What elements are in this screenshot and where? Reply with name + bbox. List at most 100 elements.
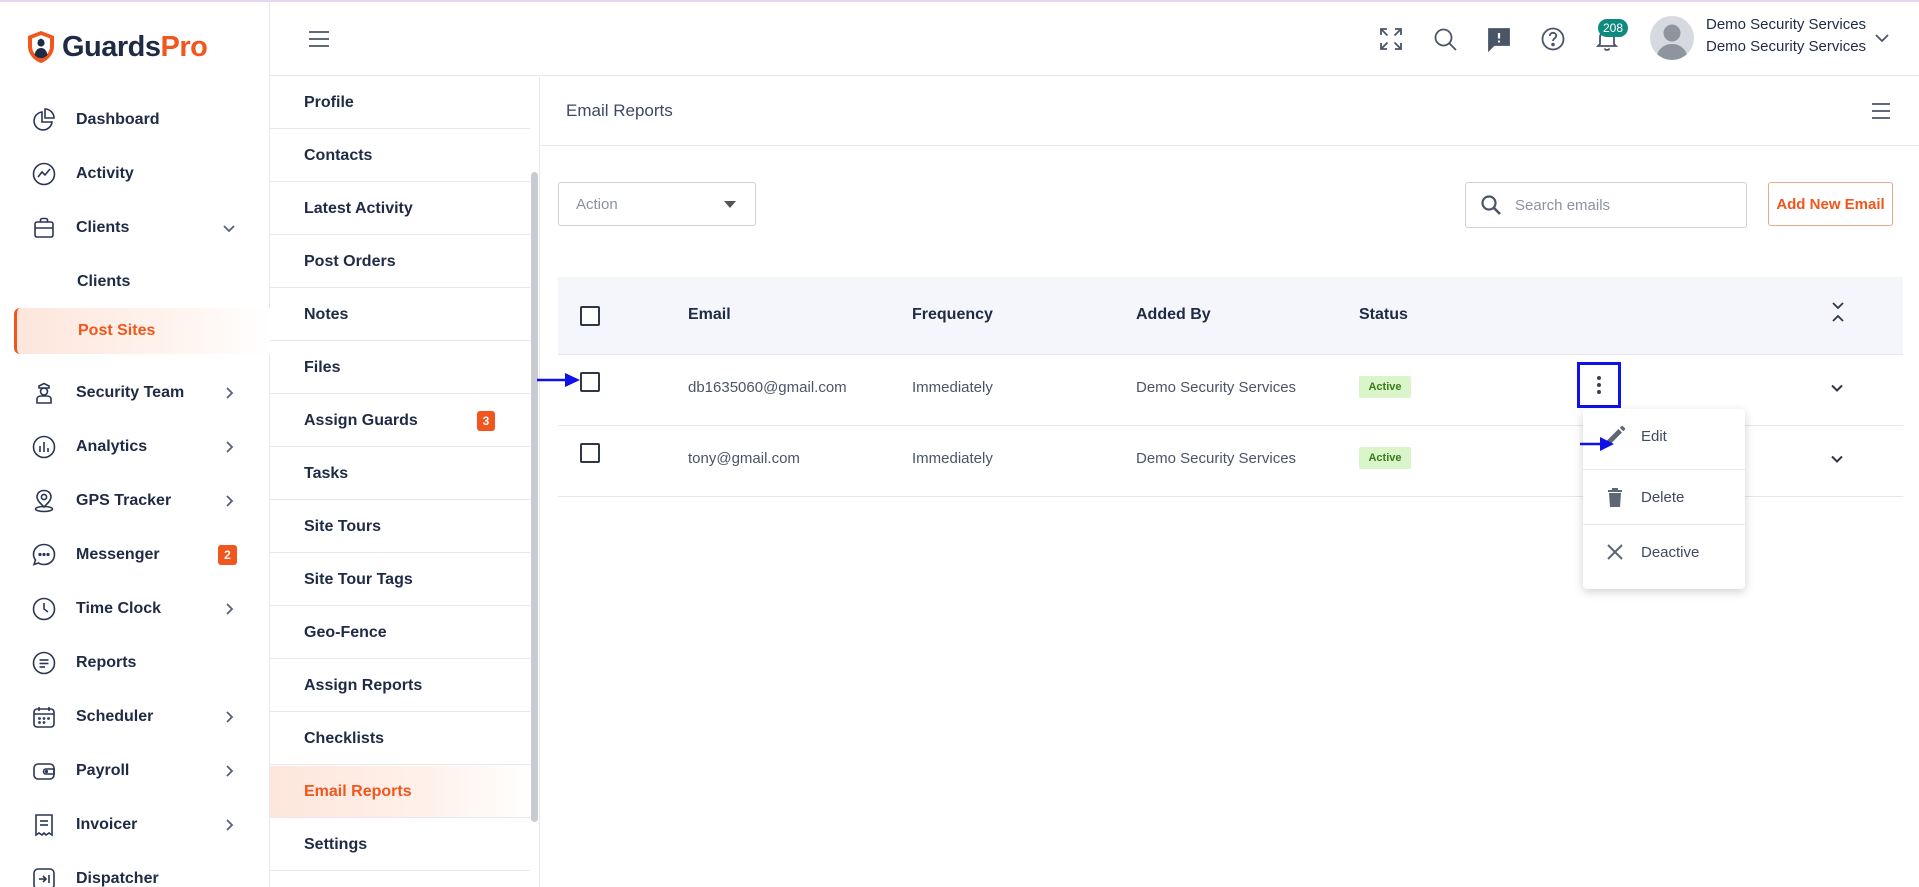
sidebar-item-scheduler[interactable]: Scheduler — [0, 694, 270, 740]
action-select[interactable]: Action — [558, 182, 756, 226]
sidebar-subitem-label: Post Sites — [78, 322, 156, 339]
pie-chart-icon — [31, 107, 57, 133]
subnav-item-label: Site Tours — [304, 517, 382, 535]
column-header-email[interactable]: Email — [688, 306, 731, 324]
sidebar-item-label: Dispatcher — [76, 870, 159, 887]
logo[interactable]: GuardsPro — [26, 30, 208, 64]
row-actions-kebab-button[interactable] — [1577, 362, 1621, 408]
hamburger-menu-icon[interactable] — [308, 30, 330, 48]
subnav-item-label: Email Reports — [304, 782, 412, 800]
post-site-subnav: Profile Contacts Latest Activity Post Or… — [270, 77, 540, 887]
chevron-right-icon — [222, 386, 236, 400]
menu-item-delete[interactable]: Delete — [1583, 470, 1745, 524]
analytics-icon — [31, 434, 57, 460]
subnav-item-label: Latest Activity — [304, 199, 413, 217]
sidebar-subitem-label: Clients — [77, 273, 131, 290]
select-all-checkbox[interactable] — [580, 306, 600, 326]
kebab-dot — [1597, 390, 1601, 394]
search-icon[interactable] — [1432, 26, 1458, 52]
sidebar-item-label: Analytics — [76, 438, 148, 455]
user-name[interactable]: Demo Security Services — [1706, 16, 1866, 33]
subnav-item-post-orders[interactable]: Post Orders — [270, 236, 530, 288]
status-badge: Active — [1359, 376, 1411, 398]
subnav-item-site-tour-tags[interactable]: Site Tour Tags — [270, 554, 530, 606]
options-menu-icon[interactable] — [1871, 102, 1891, 120]
guard-icon — [31, 380, 57, 406]
sidebar-item-time-clock[interactable]: Time Clock — [0, 586, 270, 632]
chevron-right-icon — [222, 818, 236, 832]
sidebar-item-invoicer[interactable]: Invoicer — [0, 802, 270, 848]
sidebar-item-messenger[interactable]: Messenger 2 — [0, 532, 270, 578]
column-header-added-by[interactable]: Added By — [1136, 306, 1211, 324]
subnav-item-tasks[interactable]: Tasks — [270, 448, 530, 500]
subnav-item-label: Checklists — [304, 729, 385, 747]
column-header-frequency[interactable]: Frequency — [912, 306, 993, 324]
user-company[interactable]: Demo Security Services — [1706, 38, 1866, 55]
search-input[interactable] — [1515, 193, 1735, 217]
brand-name-part1: Guards — [62, 30, 161, 63]
sidebar-item-activity[interactable]: Activity — [0, 151, 270, 197]
row-checkbox[interactable] — [580, 372, 600, 392]
sidebar-item-dispatcher[interactable]: Dispatcher — [0, 856, 270, 887]
clock-icon — [31, 596, 57, 622]
subnav-item-checklists[interactable]: Checklists — [270, 713, 530, 765]
fullscreen-icon[interactable] — [1378, 26, 1404, 52]
subnav-scrollbar[interactable] — [531, 172, 538, 822]
subnav-item-contacts[interactable]: Contacts — [270, 130, 530, 182]
row-frequency: Immediately — [912, 379, 993, 396]
sidebar-item-label: GPS Tracker — [76, 492, 172, 509]
column-header-status[interactable]: Status — [1359, 306, 1408, 324]
row-email: tony@gmail.com — [688, 450, 800, 467]
collapse-all-icon[interactable] — [1831, 301, 1845, 323]
sidebar-subitem-clients[interactable]: Clients — [0, 259, 270, 305]
sidebar-item-security-team[interactable]: Security Team — [0, 370, 270, 416]
status-badge: Active — [1359, 447, 1411, 469]
subnav-item-assign-reports[interactable]: Assign Reports — [270, 660, 530, 712]
help-icon[interactable] — [1540, 26, 1566, 52]
subnav-item-notes[interactable]: Notes — [270, 289, 530, 341]
sidebar-item-label: Dashboard — [76, 111, 160, 128]
sidebar-item-label: Messenger — [76, 546, 160, 563]
chevron-right-icon — [222, 710, 236, 724]
menu-item-deactive[interactable]: Deactive — [1583, 525, 1745, 579]
subnav-item-site-tours[interactable]: Site Tours — [270, 501, 530, 553]
user-silhouette-icon — [1656, 24, 1688, 60]
kebab-dot — [1597, 383, 1601, 387]
activity-chart-icon — [31, 161, 57, 187]
chevron-down-icon[interactable] — [1829, 451, 1845, 467]
chevron-down-icon[interactable] — [1829, 380, 1845, 396]
sidebar-subitem-post-sites[interactable]: Post Sites — [14, 308, 270, 354]
chevron-down-icon[interactable] — [1874, 32, 1890, 44]
sidebar-item-dashboard[interactable]: Dashboard — [0, 97, 270, 143]
row-checkbox[interactable] — [580, 443, 600, 463]
sidebar-item-payroll[interactable]: Payroll — [0, 748, 270, 794]
sidebar-item-gps-tracker[interactable]: GPS Tracker — [0, 478, 270, 524]
subnav-item-profile[interactable]: Profile — [270, 77, 530, 129]
subnav-item-label: Site Tour Tags — [304, 570, 413, 588]
subnav-item-assign-guards[interactable]: Assign Guards 3 — [270, 395, 530, 447]
trash-icon — [1608, 488, 1622, 507]
sidebar-item-clients[interactable]: Clients — [0, 205, 270, 251]
brand-name-part2: Pro — [160, 30, 208, 63]
chevron-right-icon — [222, 440, 236, 454]
subnav-item-files[interactable]: Files — [270, 342, 530, 394]
subnav-item-email-reports[interactable]: Email Reports — [270, 766, 530, 818]
chevron-down-icon — [222, 221, 236, 235]
kebab-dot — [1597, 376, 1601, 380]
menu-item-label: Edit — [1641, 427, 1667, 445]
sidebar-item-reports[interactable]: Reports — [0, 640, 270, 686]
subnav-item-label: Tasks — [304, 464, 349, 482]
table-header: Email Frequency Added By Status — [558, 277, 1903, 355]
dispatch-icon — [31, 866, 57, 887]
action-select-value: Action — [576, 196, 618, 213]
close-icon — [1607, 544, 1623, 560]
avatar[interactable] — [1650, 16, 1694, 60]
add-new-email-button[interactable]: Add New Email — [1768, 182, 1893, 226]
sidebar-item-analytics[interactable]: Analytics — [0, 424, 270, 470]
subnav-item-latest-activity[interactable]: Latest Activity — [270, 183, 530, 235]
feedback-icon[interactable] — [1486, 26, 1512, 53]
sidebar-item-label: Reports — [76, 654, 137, 671]
subnav-item-settings[interactable]: Settings — [270, 819, 530, 871]
subnav-item-label: Post Orders — [304, 252, 396, 270]
subnav-item-geo-fence[interactable]: Geo-Fence — [270, 607, 530, 659]
